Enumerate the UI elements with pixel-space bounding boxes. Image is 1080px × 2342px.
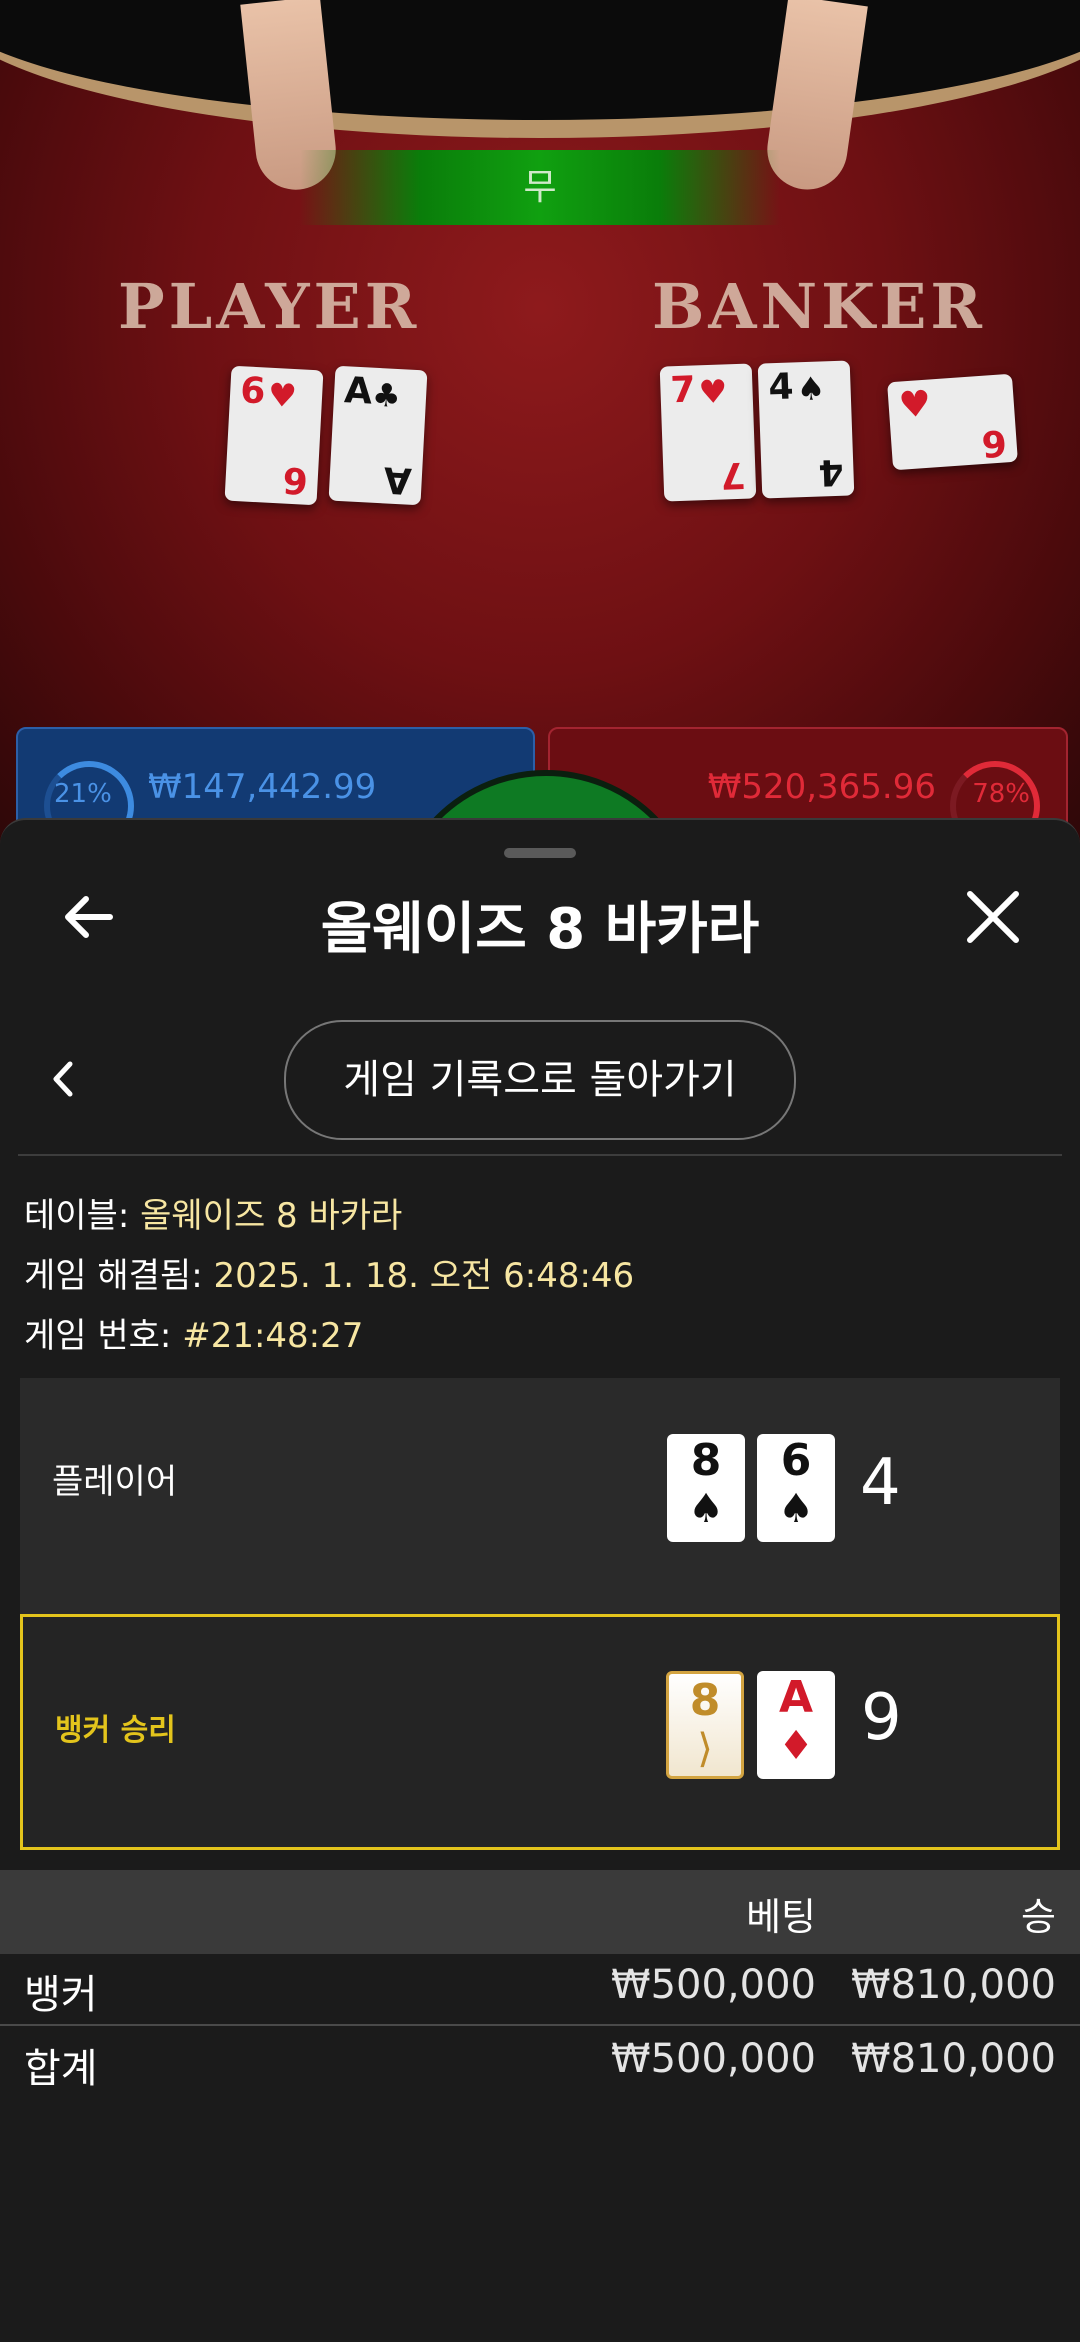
info-table-value: 올웨이즈 8 바카라 <box>140 1196 403 1236</box>
bet-row-win: ₩810,000 <box>851 1962 1056 2008</box>
info-game-number-label: 게임 번호: <box>24 1316 172 1356</box>
info-resolved-label: 게임 해결됨: <box>24 1256 203 1296</box>
table-card-player-2: A ♣ A <box>328 365 428 506</box>
total-row-win: ₩810,000 <box>851 2036 1056 2082</box>
player-total-amount: ₩147,442.99 <box>148 767 377 807</box>
banker-win-label: 뱅커 승리 <box>55 1713 176 1748</box>
table-divider <box>0 2024 1080 2026</box>
sheet-title: 올웨이즈 8 바카라 <box>320 897 760 962</box>
table-rail <box>0 0 1080 138</box>
close-icon[interactable] <box>958 882 1028 952</box>
player-score: 4 <box>860 1446 901 1520</box>
bets-table-header: 베팅 승 <box>0 1870 1080 1954</box>
banker-card-1: 8 ⟩ <box>666 1671 744 1779</box>
table-card-banker-3: ♥ 6 <box>887 373 1018 471</box>
bet-row-name: 뱅커 <box>24 1972 98 2018</box>
player-result-row: 플레이어 8 ♠ 6 ♠ 4 <box>20 1378 1060 1614</box>
info-table: 테이블: 올웨이즈 8 바카라 <box>24 1188 402 1237</box>
bets-total-row: 합계 ₩500,000 ₩810,000 <box>0 2036 1080 2108</box>
banker-result-row: 뱅커 승리 8 ⟩ A ♦ 9 <box>20 1614 1060 1850</box>
live-video-feed: 무 PLAYER BANKER 6 ♥ 6 A ♣ A 7 ♥ 7 4 ♠ 4 … <box>0 0 1080 880</box>
player-card-1: 8 ♠ <box>667 1434 745 1542</box>
total-row-bet: ₩500,000 <box>611 2036 816 2082</box>
info-game-number-value: #21:48:27 <box>182 1316 364 1356</box>
table-card-banker-2: 4 ♠ 4 <box>757 360 855 499</box>
info-resolved: 게임 해결됨: 2025. 1. 18. 오전 6:48:46 <box>24 1248 634 1297</box>
table-card-player-1: 6 ♥ 6 <box>224 365 324 506</box>
info-resolved-value: 2025. 1. 18. 오전 6:48:46 <box>213 1256 635 1296</box>
banker-score: 9 <box>861 1681 902 1755</box>
player-percentage: 21% <box>54 779 112 809</box>
table-card-banker-1: 7 ♥ 7 <box>659 363 757 502</box>
banker-percentage: 78% <box>972 779 1030 809</box>
banker-card-2: A ♦ <box>757 1671 835 1779</box>
total-row-name: 합계 <box>24 2046 98 2092</box>
banker-total-amount: ₩520,365.96 <box>707 767 936 807</box>
back-to-history-button[interactable]: 게임 기록으로 돌아가기 <box>284 1020 796 1140</box>
sheet-drag-handle[interactable] <box>504 848 576 858</box>
game-detail-sheet: 올웨이즈 8 바카라 게임 기록으로 돌아가기 테이블: 올웨이즈 8 바카라 … <box>0 818 1080 2342</box>
player-card-2: 6 ♠ <box>757 1434 835 1542</box>
chevron-left-icon[interactable] <box>30 1044 100 1114</box>
info-game-number: 게임 번호: #21:48:27 <box>24 1308 363 1357</box>
bet-row-bet: ₩500,000 <box>611 1962 816 2008</box>
divider <box>18 1154 1062 1156</box>
player-side-label: PLAYER <box>118 270 421 343</box>
banker-side-label: BANKER <box>652 270 986 343</box>
info-table-label: 테이블: <box>24 1196 130 1236</box>
player-result-label: 플레이어 <box>52 1462 178 1502</box>
tie-result-banner: 무 <box>300 150 780 225</box>
win-column-header: 승 <box>1021 1895 1056 1939</box>
bet-column-header: 베팅 <box>746 1895 816 1939</box>
